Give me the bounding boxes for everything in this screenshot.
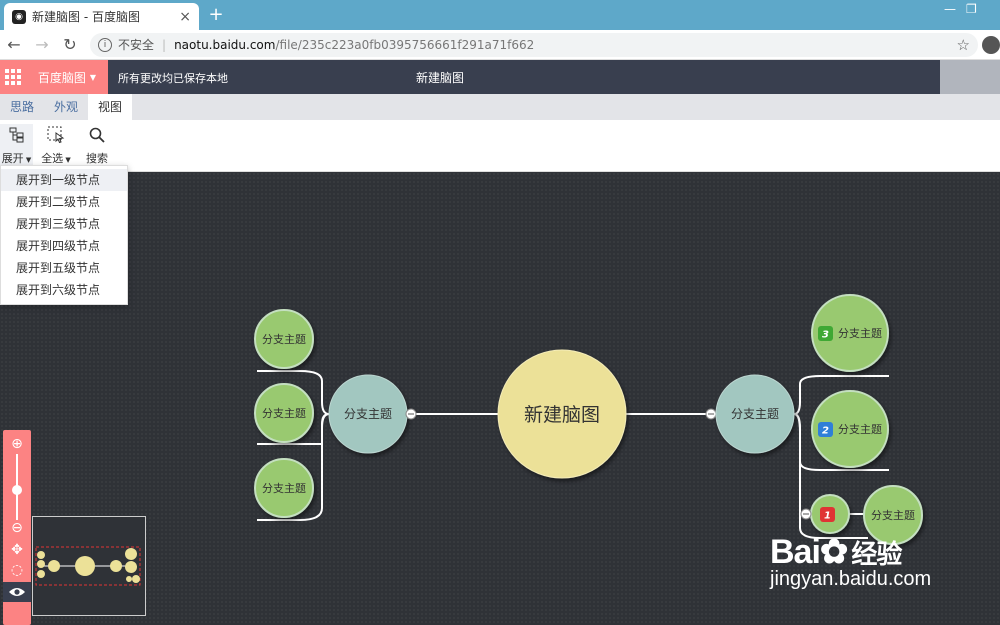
root-label: 新建脑图 — [524, 404, 600, 426]
url-text: naotu.baidu.com/file/235c223a0fb03957566… — [174, 38, 956, 52]
priority-badge: 2 — [822, 426, 829, 437]
menu-item-expand-level-3[interactable]: 展开到三级节点 — [1, 213, 127, 235]
naotu-favicon-icon: ◉ — [12, 9, 26, 24]
url-input[interactable]: i 不安全 | naotu.baidu.com/file/235c223a0fb… — [90, 32, 978, 57]
move-icon[interactable]: ✥ — [9, 542, 25, 558]
node-label: 分支主题 — [262, 482, 306, 495]
select-all-button[interactable]: 全选 ▼ — [40, 124, 72, 166]
chevron-down-icon: ▼ — [23, 156, 32, 164]
node-label: 分支主题 — [731, 407, 779, 421]
menu-item-expand-level-4[interactable]: 展开到四级节点 — [1, 235, 127, 257]
tab-title: 新建脑图 - 百度脑图 — [32, 10, 140, 24]
expand-level-menu: 展开到一级节点 展开到二级节点 展开到三级节点 展开到四级节点 展开到五级节点 … — [0, 165, 128, 305]
browser-tab[interactable]: ◉ 新建脑图 - 百度脑图 × — [4, 3, 199, 30]
info-icon[interactable]: i — [98, 37, 112, 52]
left-branch-node[interactable]: 分支主题 — [328, 374, 408, 454]
tab-close-icon[interactable]: × — [179, 9, 191, 25]
restore-icon[interactable]: ❐ — [966, 2, 977, 16]
url-host: naotu.baidu.com — [174, 37, 276, 52]
tab-view[interactable]: 视图 — [88, 94, 133, 120]
new-tab-button[interactable]: + — [205, 4, 227, 25]
left-leaf-2[interactable]: 分支主题 — [254, 383, 314, 443]
menu-item-expand-level-6[interactable]: 展开到六级节点 — [1, 279, 127, 301]
zoom-slider-thumb[interactable] — [12, 485, 22, 495]
watermark-brand: Bai — [770, 533, 821, 571]
address-bar: ← → ↻ i 不安全 | naotu.baidu.com/file/235c2… — [0, 30, 1000, 60]
search-button[interactable]: 搜索 — [84, 124, 110, 166]
bookmark-star-icon[interactable]: ☆ — [957, 36, 970, 54]
root-node[interactable]: 新建脑图 — [497, 349, 627, 479]
tab-idea[interactable]: 思路 — [0, 94, 44, 120]
node-label: 分支主题 — [262, 333, 306, 346]
node-label: 分支主题 — [838, 423, 882, 436]
search-label: 搜索 — [86, 152, 108, 165]
select-all-label: 全选 — [41, 152, 64, 165]
forward-icon[interactable]: → — [28, 35, 56, 54]
profile-avatar[interactable] — [982, 36, 1000, 54]
menu-item-expand-level-5[interactable]: 展开到五级节点 — [1, 257, 127, 279]
zoom-out-icon[interactable]: ⊖ — [9, 520, 25, 536]
minimap-svg — [35, 546, 141, 586]
document-title[interactable]: 新建脑图 — [0, 69, 880, 86]
omnibox-divider: | — [162, 37, 167, 52]
select-all-icon — [40, 124, 72, 146]
node-label: 分支主题 — [344, 407, 392, 421]
browser-tab-bar: ◉ 新建脑图 - 百度脑图 × + — ❐ — [0, 0, 1000, 30]
menu-tabs: 思路 外观 视图 — [0, 94, 1000, 120]
menu-item-expand-level-2[interactable]: 展开到二级节点 — [1, 191, 127, 213]
zoom-in-icon[interactable]: ⊕ — [9, 436, 25, 452]
eye-icon — [9, 588, 25, 596]
priority-badge: 3 — [822, 330, 829, 341]
tab-appearance[interactable]: 外观 — [44, 94, 88, 120]
search-icon — [84, 124, 110, 146]
paw-icon: ✿ — [819, 533, 848, 571]
baidu-jingyan-watermark: Bai✿ 经验 jingyan.baidu.com — [770, 532, 931, 591]
right-leaf-2[interactable]: 2 分支主题 — [811, 390, 889, 468]
back-icon[interactable]: ← — [0, 35, 28, 54]
locate-root-icon[interactable]: ◌ — [9, 562, 25, 578]
collapse-toggle-left[interactable] — [405, 408, 417, 420]
right-branch-node[interactable]: 分支主题 — [715, 374, 795, 454]
zoom-panel: ⊕ ⊖ ✥ ◌ — [3, 430, 31, 625]
node-label: 分支主题 — [871, 509, 915, 522]
node-label: 分支主题 — [838, 327, 882, 340]
navigator-minimap[interactable] — [32, 516, 146, 616]
view-toolbar: 展开 ▼ 全选 ▼ 搜索 — [0, 120, 1000, 172]
url-path: /file/235c223a0fb0395756661f291a71f662 — [275, 37, 535, 52]
collapse-toggle-leaf[interactable] — [800, 508, 812, 520]
menu-item-expand-level-1[interactable]: 展开到一级节点 — [1, 169, 127, 191]
left-leaf-1[interactable]: 分支主题 — [254, 309, 314, 369]
right-leaf-3[interactable]: 1 — [810, 494, 850, 534]
navigator-toggle-button[interactable] — [3, 582, 31, 602]
minimize-icon[interactable]: — — [944, 2, 956, 16]
collapse-toggle-right[interactable] — [705, 408, 717, 420]
watermark-brand-suffix: 经验 — [851, 539, 902, 569]
watermark-url: jingyan.baidu.com — [770, 568, 932, 590]
left-leaf-3[interactable]: 分支主题 — [254, 458, 314, 518]
right-leaf-1[interactable]: 3 分支主题 — [811, 294, 889, 372]
node-label: 分支主题 — [262, 407, 306, 420]
expand-button[interactable]: 展开 ▼ — [0, 124, 33, 166]
chevron-down-icon: ▼ — [63, 156, 71, 164]
app-header: 百度脑图 ▼ 所有更改均已保存本地 新建脑图 — [0, 60, 1000, 94]
user-area[interactable] — [940, 60, 1000, 94]
reload-icon[interactable]: ↻ — [56, 35, 84, 54]
insecure-label: 不安全 — [118, 38, 155, 52]
expand-label: 展开 — [1, 152, 24, 165]
expand-tree-icon — [0, 124, 33, 146]
priority-badge: 1 — [824, 511, 831, 522]
